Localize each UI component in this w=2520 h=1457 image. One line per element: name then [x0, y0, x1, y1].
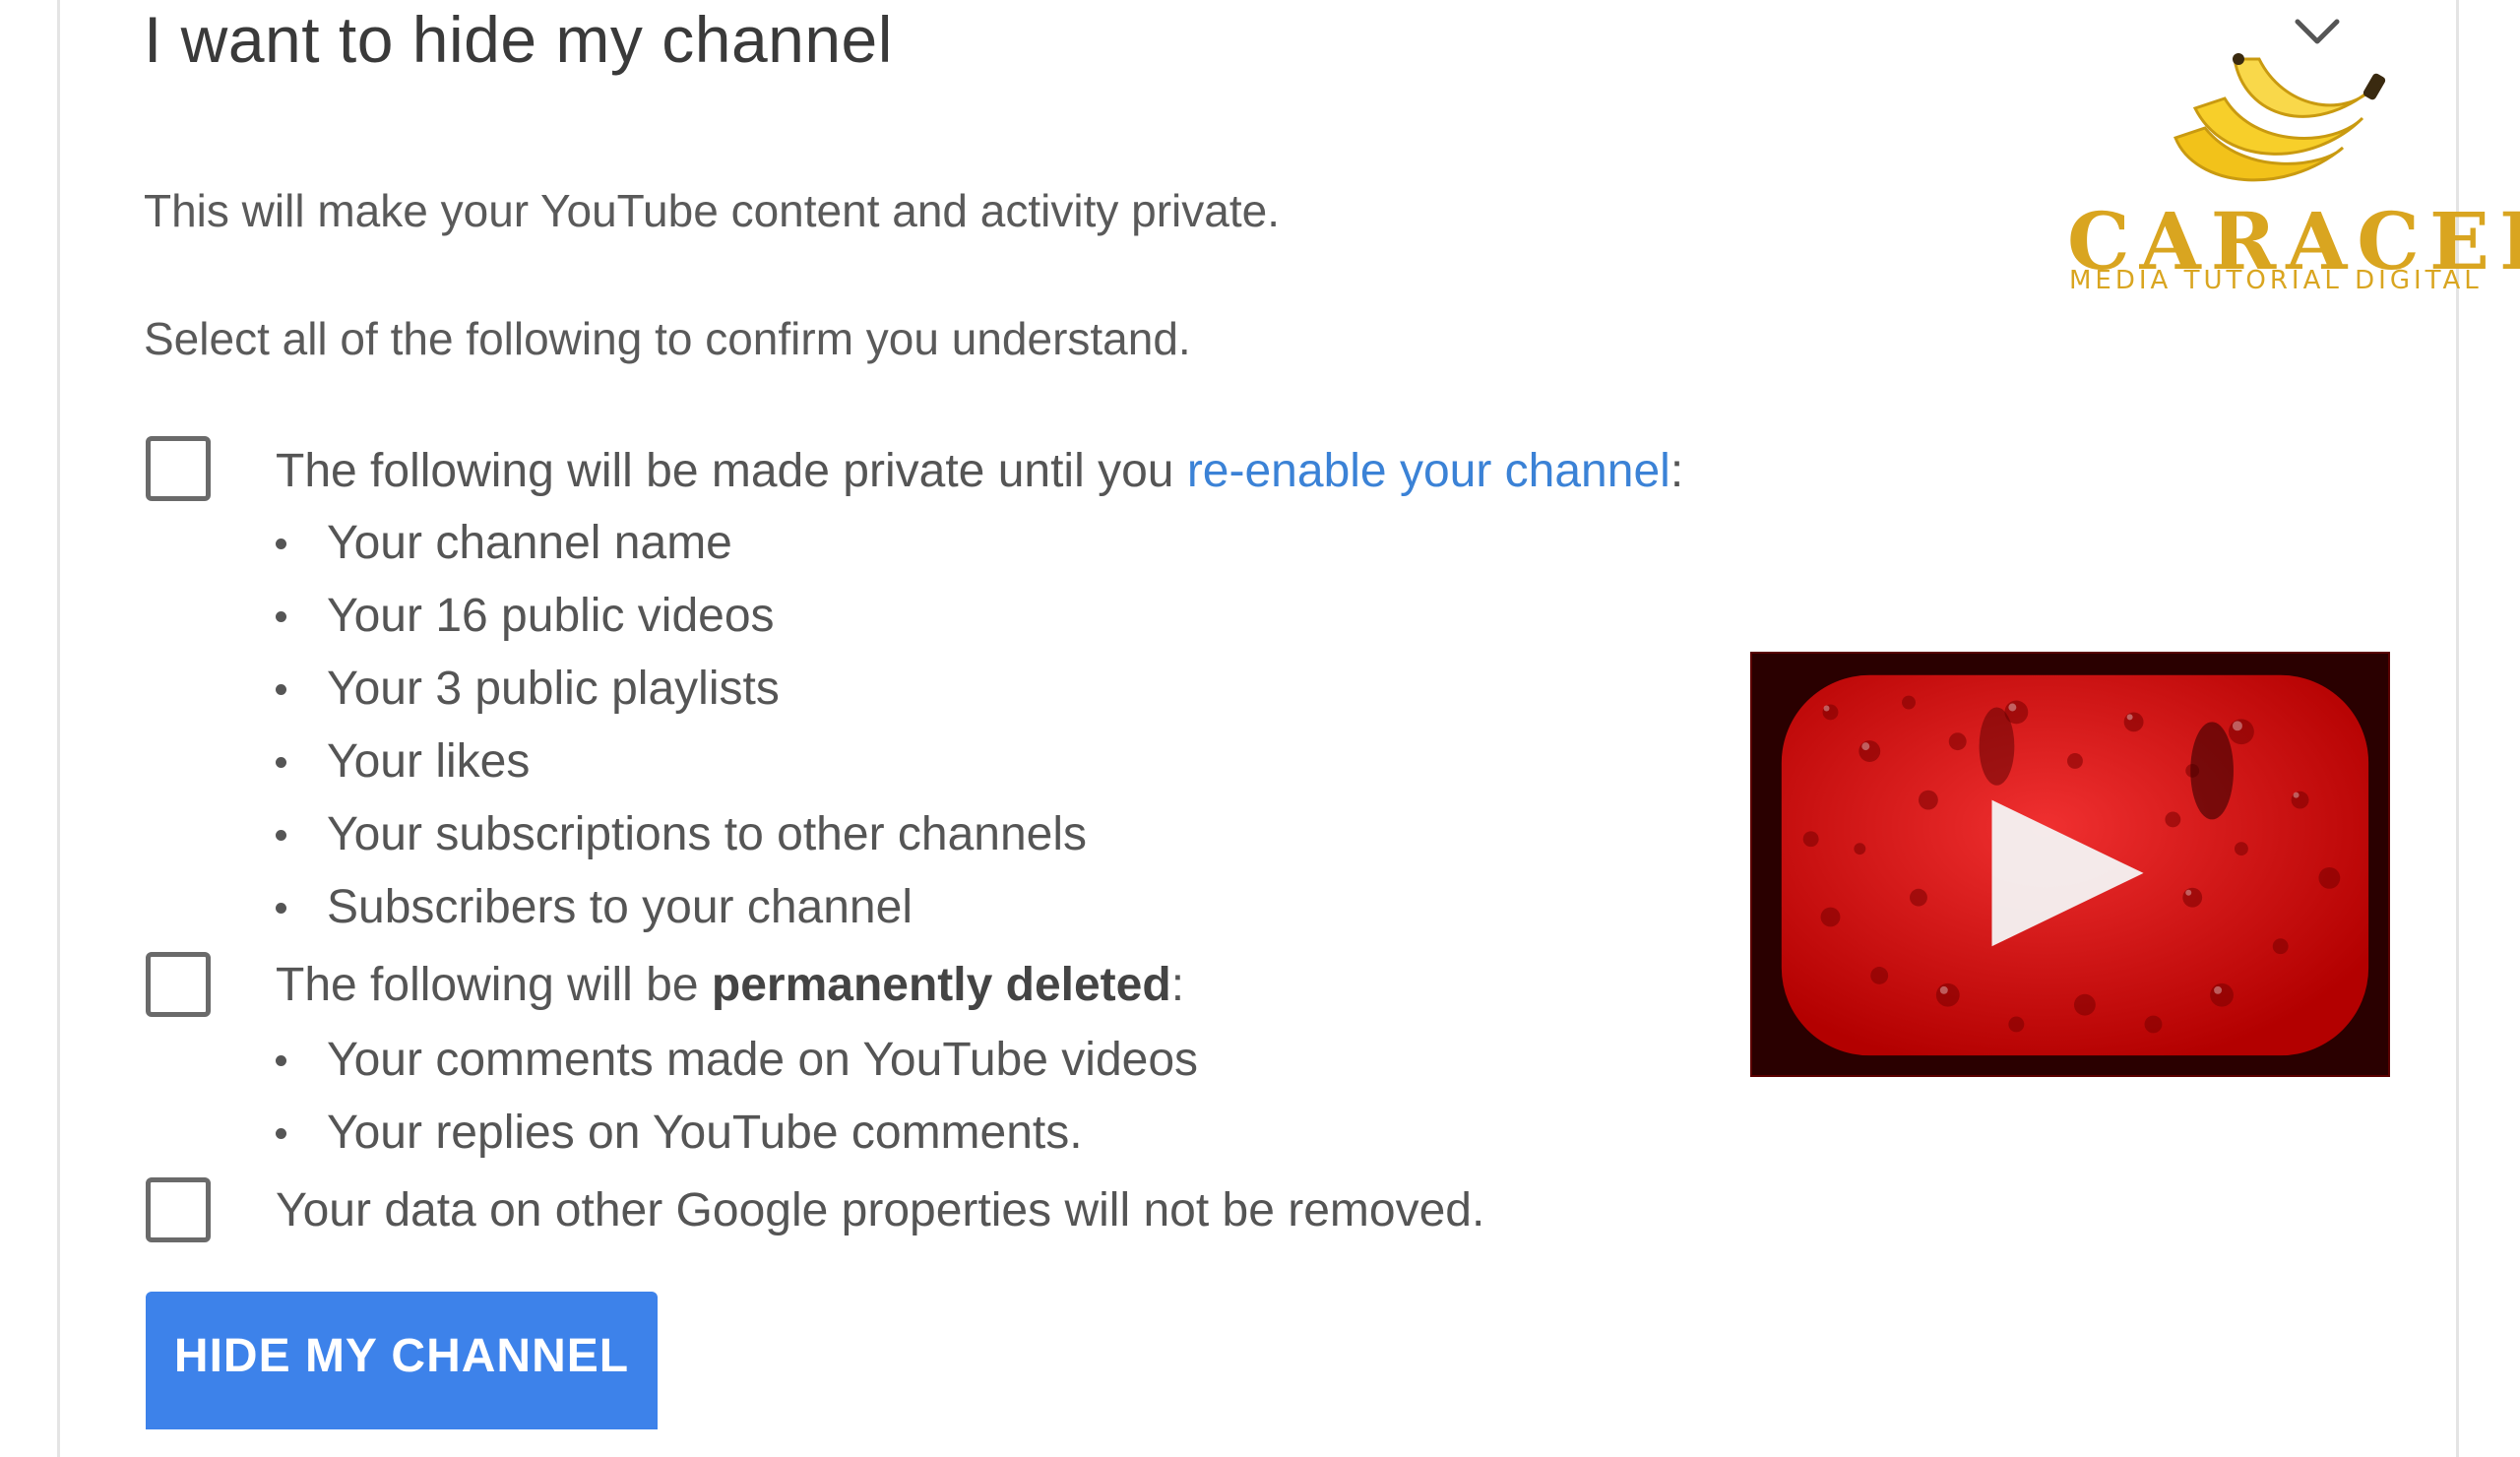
bullet-icon: [276, 611, 286, 622]
deleted-label-bold: permanently deleted: [711, 959, 1171, 1011]
deleted-section-label: The following will be permanently delete…: [276, 955, 1184, 1016]
bullet-icon: [276, 757, 286, 768]
confirm-deleted-checkbox[interactable]: [146, 952, 211, 1017]
bullet-icon: [276, 1055, 286, 1066]
private-section-label: The following will be made private until…: [276, 441, 1683, 502]
logo-tagline: MEDIA TUTORIAL DIGITAL: [2069, 266, 2483, 295]
private-label-colon: :: [1670, 445, 1684, 497]
bullet-icon: [276, 903, 286, 914]
list-item-text: Your channel name: [327, 517, 732, 569]
hide-my-channel-button[interactable]: HIDE MY CHANNEL: [146, 1292, 658, 1429]
deleted-label-text: The following will be: [276, 959, 712, 1011]
bullet-icon: [276, 1128, 286, 1139]
bullet-icon: [276, 684, 286, 695]
bullet-icon: [276, 830, 286, 841]
list-item-text: Your 3 public playlists: [327, 663, 780, 715]
dialog-title: I want to hide my channel: [144, 3, 893, 76]
youtube-logo-image: [1750, 652, 2390, 1077]
intro-text: This will make your YouTube content and …: [144, 185, 1280, 236]
bullet-icon: [276, 538, 286, 549]
confirm-google-data-checkbox[interactable]: [146, 1177, 211, 1242]
list-item-text: Your 16 public videos: [327, 590, 775, 642]
confirm-private-checkbox[interactable]: [146, 436, 211, 501]
caracek-logo: CARACEK MEDIA TUTORIAL DIGITAL: [2057, 30, 2520, 305]
banana-icon: [2174, 53, 2386, 182]
instruction-text: Select all of the following to confirm y…: [144, 313, 1191, 364]
list-item-text: Your replies on YouTube comments.: [327, 1107, 1083, 1159]
list-item-text: Your comments made on YouTube videos: [327, 1034, 1199, 1086]
list-item-text: Your likes: [327, 735, 531, 788]
list-item-text: Your subscriptions to other channels: [327, 808, 1088, 860]
reenable-channel-link[interactable]: re-enable your channel: [1187, 445, 1670, 497]
private-label-text: The following will be made private until…: [276, 445, 1187, 497]
deleted-label-colon: :: [1170, 959, 1185, 1011]
google-data-label: Your data on other Google properties wil…: [276, 1184, 1485, 1236]
list-item-text: Subscribers to your channel: [327, 881, 913, 933]
